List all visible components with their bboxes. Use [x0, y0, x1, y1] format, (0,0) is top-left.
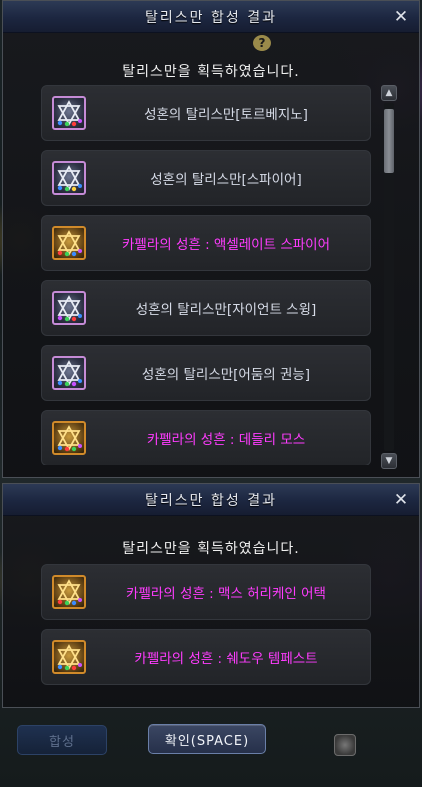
- list-scrollbar[interactable]: ▲ ▼: [381, 85, 397, 469]
- item-label: 카펠라의 성흔 : 맥스 허리케인 어택: [126, 586, 326, 602]
- scroll-up-arrow-icon[interactable]: ▲: [381, 85, 397, 101]
- list-item[interactable]: 카펠라의 성흔 : 쉐도우 템페스트: [41, 629, 371, 685]
- window-title: 탈리스만 합성 결과: [145, 492, 277, 509]
- item-label: 카펠라의 성흔 : 데들리 모스: [146, 432, 306, 448]
- close-icon[interactable]: ✕: [391, 490, 411, 510]
- list-item[interactable]: 카펠라의 성흔 : 액셀레이트 스파이어: [41, 215, 371, 271]
- talisman-gold-icon: [52, 575, 86, 609]
- close-icon[interactable]: ✕: [391, 7, 411, 27]
- titlebar[interactable]: 탈리스만 합성 결과 ✕: [3, 484, 419, 516]
- result-heading: 탈리스만을 획득하였습니다.: [122, 541, 300, 557]
- talisman-gold-icon: [52, 421, 86, 455]
- talisman-list: 성혼의 탈리스만[토르베지노] 성혼의 탈리스만[스파이어] 카펠라의 성흔 :…: [41, 85, 371, 465]
- window-title: 탈리스만 합성 결과: [145, 9, 277, 26]
- item-label: 성혼의 탈리스만[자이언트 스윙]: [135, 302, 317, 318]
- item-label: 성혼의 탈리스만[토르베지노]: [144, 107, 308, 123]
- help-icon[interactable]: ?: [253, 35, 271, 51]
- item-label: 카펠라의 성흔 : 쉐도우 템페스트: [134, 651, 318, 667]
- list-item[interactable]: 성혼의 탈리스만[스파이어]: [41, 150, 371, 206]
- scroll-track[interactable]: [384, 103, 394, 451]
- talisman-silver-icon: [52, 291, 86, 325]
- list-item[interactable]: 성혼의 탈리스만[자이언트 스윙]: [41, 280, 371, 336]
- talisman-result-window-2: 탈리스만 합성 결과 ✕ 탈리스만을 획득하였습니다. 카펠라의 성흔 : 맥스…: [2, 483, 420, 708]
- talisman-gold-icon: [52, 226, 86, 260]
- compose-button[interactable]: 합성: [17, 725, 107, 755]
- talisman-list: 카펠라의 성흔 : 맥스 허리케인 어택 카펠라의 성흔 : 쉐도우 템페스트: [41, 564, 371, 694]
- scroll-down-arrow-icon[interactable]: ▼: [381, 453, 397, 469]
- talisman-silver-icon: [52, 356, 86, 390]
- item-label: 카펠라의 성흔 : 액셀레이트 스파이어: [121, 237, 330, 253]
- result-heading: 탈리스만을 획득하였습니다.: [122, 64, 300, 80]
- list-item[interactable]: 카펠라의 성흔 : 맥스 허리케인 어택: [41, 564, 371, 620]
- talisman-silver-icon: [52, 161, 86, 195]
- talisman-result-window-1: 탈리스만 합성 결과 ✕ ? 탈리스만을 획득하였습니다. 성혼의 탈리스만[토…: [2, 0, 420, 478]
- slot-icon[interactable]: [334, 734, 356, 756]
- talisman-gold-icon: [52, 640, 86, 674]
- list-item[interactable]: 성혼의 탈리스만[어둠의 권능]: [41, 345, 371, 401]
- titlebar[interactable]: 탈리스만 합성 결과 ✕: [3, 1, 419, 33]
- confirm-button[interactable]: 확인(SPACE): [148, 724, 266, 754]
- item-label: 성혼의 탈리스만[어둠의 권능]: [141, 367, 311, 383]
- item-label: 성혼의 탈리스만[스파이어]: [150, 172, 302, 188]
- talisman-silver-icon: [52, 96, 86, 130]
- list-item[interactable]: 성혼의 탈리스만[토르베지노]: [41, 85, 371, 141]
- list-item[interactable]: 카펠라의 성흔 : 데들리 모스: [41, 410, 371, 465]
- scroll-thumb[interactable]: [384, 109, 394, 173]
